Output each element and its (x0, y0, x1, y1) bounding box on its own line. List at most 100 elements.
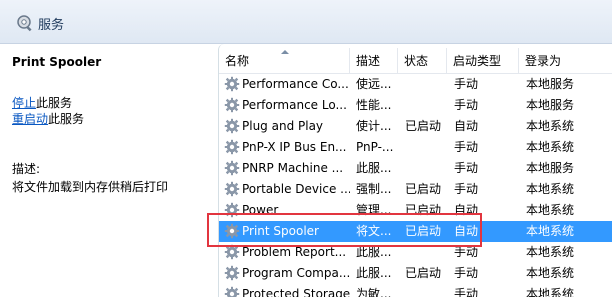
column-header-logon-as[interactable]: 登录为 (519, 48, 612, 74)
service-description: 使计... (356, 119, 392, 133)
description-text: 将文件加载到内存供稍后打印 (12, 180, 169, 194)
service-startup-type: 手动 (454, 182, 479, 196)
service-startup-type: 自动 (454, 224, 479, 238)
service-row[interactable]: Print Spooler 将文... 已启动 自动 本地系统 (219, 221, 612, 242)
stop-service-link[interactable]: 停止 (12, 96, 36, 110)
service-name: Performance Co... (242, 77, 349, 91)
service-description: 将文... (356, 224, 392, 238)
service-row[interactable]: Program Compa... 此服... 已启动 手动 本地系统 (219, 263, 612, 284)
service-startup-type: 自动 (454, 203, 479, 217)
column-header-row: 名称 描述 状态 启动类型 登录为 (219, 48, 612, 74)
service-status (405, 137, 451, 158)
service-status: 已启动 (405, 119, 442, 133)
column-header-startup-type[interactable]: 启动类型 (447, 48, 519, 74)
restart-service-link[interactable]: 重启动 (12, 112, 48, 126)
column-header-description[interactable]: 描述 (350, 48, 398, 74)
service-status (405, 158, 451, 179)
service-status: 已启动 (405, 203, 442, 217)
service-name: Portable Device ... (242, 182, 350, 196)
service-description: 管理... (356, 203, 392, 217)
service-description: 使远... (356, 77, 392, 91)
service-row[interactable]: Plug and Play 使计... 已启动 自动 本地系统 (219, 116, 612, 137)
gear-icon (224, 76, 240, 92)
service-row[interactable]: PNRP Machine ... 此服... 手动 本地服务 (219, 158, 612, 179)
services-list: 名称 描述 状态 启动类型 登录为 Performance Co... 使远...… (218, 44, 612, 297)
service-row[interactable]: Power 管理... 已启动 自动 本地系统 (219, 200, 612, 221)
restart-action: 重启动此服务 (12, 110, 84, 127)
service-startup-type: 手动 (454, 140, 479, 154)
service-description: PnP-... (356, 140, 394, 154)
service-startup-type: 手动 (454, 98, 479, 112)
service-logon-as: 本地系统 (526, 287, 575, 297)
page-title: 服务 (38, 18, 65, 33)
gear-icon (224, 286, 240, 297)
selected-service-name: Print Spooler (12, 55, 102, 69)
service-status (405, 95, 451, 116)
column-header-status[interactable]: 状态 (398, 48, 447, 74)
service-logon-as: 本地系统 (526, 224, 575, 238)
service-row[interactable]: PnP-X IP Bus En... PnP-... 手动 本地系统 (219, 137, 612, 158)
column-status-label: 状态 (404, 54, 429, 68)
service-row[interactable]: Protected Storage 为敏... 手动 本地系统 (219, 284, 612, 297)
gear-icon (224, 223, 240, 239)
service-logon-as: 本地系统 (526, 245, 575, 259)
service-name: PnP-X IP Bus En... (242, 140, 347, 154)
gear-icon (224, 202, 240, 218)
service-logon-as: 本地服务 (526, 77, 575, 91)
gear-icon (224, 118, 240, 134)
service-name: Plug and Play (242, 119, 324, 133)
service-row[interactable]: Problem Report... 此服... 手动 本地系统 (219, 242, 612, 263)
restart-action-suffix: 此服务 (48, 112, 85, 126)
service-startup-type: 手动 (454, 77, 479, 91)
service-logon-as: 本地系统 (526, 266, 575, 280)
gear-icon (224, 244, 240, 260)
service-logon-as: 本地系统 (526, 182, 575, 196)
service-name: Power (242, 203, 279, 217)
service-logon-as: 本地系统 (526, 203, 575, 217)
service-startup-type: 自动 (454, 119, 479, 133)
column-name-label: 名称 (225, 54, 250, 68)
service-logon-as: 本地系统 (526, 119, 575, 133)
service-name: Performance Lo... (242, 98, 347, 112)
service-name: Print Spooler (242, 224, 319, 238)
service-description: 此服... (356, 245, 392, 259)
service-name: Protected Storage (242, 287, 350, 297)
service-description: 此服... (356, 161, 392, 175)
service-name: PNRP Machine ... (242, 161, 344, 175)
description-label: 描述: (12, 162, 41, 176)
service-logon-as: 本地系统 (526, 140, 575, 154)
service-startup-type: 手动 (454, 161, 479, 175)
column-description-label: 描述 (356, 54, 381, 68)
gear-icon (224, 265, 240, 281)
gear-icon (224, 160, 240, 176)
service-name: Program Compa... (242, 266, 350, 280)
gear-icon (224, 97, 240, 113)
gear-icon (224, 181, 240, 197)
service-description: 强制... (356, 182, 392, 196)
sort-ascending-icon (281, 50, 289, 54)
service-status (405, 284, 451, 297)
service-row[interactable]: Performance Lo... 性能... 手动 本地服务 (219, 95, 612, 116)
service-status: 已启动 (405, 182, 442, 196)
service-logon-as: 本地服务 (526, 98, 575, 112)
service-name: Problem Report... (242, 245, 347, 259)
stop-action: 停止此服务 (12, 94, 72, 111)
service-startup-type: 手动 (454, 266, 479, 280)
stop-action-suffix: 此服务 (36, 96, 73, 110)
service-logon-as: 本地服务 (526, 161, 575, 175)
services-icon (17, 15, 32, 32)
window-header: 服务 (0, 0, 612, 44)
services-rows: Performance Co... 使远... 手动 本地服务 Performance … (219, 74, 612, 297)
service-description: 为敏... (356, 287, 392, 297)
service-row[interactable]: Performance Co... 使远... 手动 本地服务 (219, 74, 612, 95)
service-status (405, 74, 451, 95)
service-row[interactable]: Portable Device ... 强制... 已启动 手动 本地系统 (219, 179, 612, 200)
service-description: 性能... (356, 98, 392, 112)
service-status (405, 242, 451, 263)
service-status: 已启动 (405, 266, 442, 280)
column-header-name[interactable]: 名称 (219, 48, 350, 74)
service-description: 此服... (356, 266, 392, 280)
gear-icon (224, 139, 240, 155)
service-startup-type: 手动 (454, 287, 479, 297)
service-status: 已启动 (405, 224, 442, 238)
